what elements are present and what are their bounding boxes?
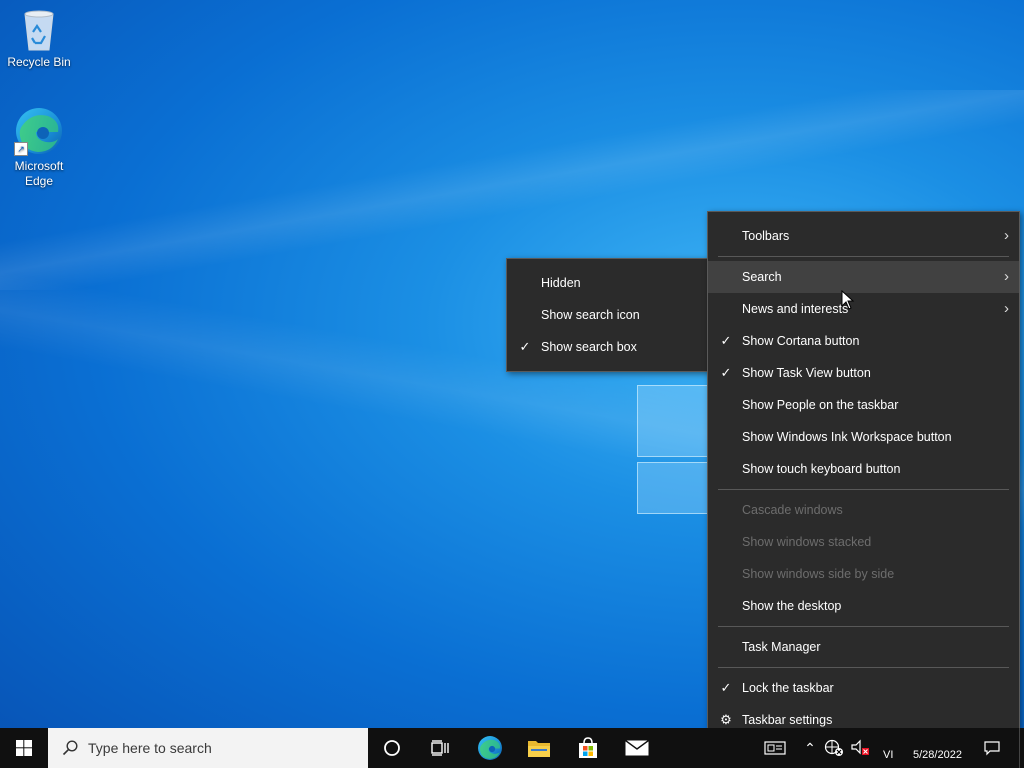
desktop-icon-label: Recycle Bin bbox=[7, 55, 71, 69]
menu-item-label: Task Manager bbox=[742, 640, 821, 654]
checkmark-icon: ✓ bbox=[720, 680, 732, 695]
input-language-indicator[interactable]: VI bbox=[883, 749, 893, 761]
menu-item-show-people[interactable]: Show People on the taskbar bbox=[708, 389, 1019, 421]
menu-item-label: News and interests bbox=[742, 302, 849, 316]
mouse-cursor-icon bbox=[841, 289, 855, 315]
menu-item-label: Show People on the taskbar bbox=[742, 398, 899, 412]
menu-item-cascade-windows: Cascade windows bbox=[708, 494, 1019, 526]
edge-icon bbox=[478, 736, 502, 760]
menu-item-label: Show windows side by side bbox=[742, 567, 895, 581]
menu-item-hidden[interactable]: Hidden bbox=[507, 267, 710, 299]
menu-item-label: Lock the taskbar bbox=[742, 681, 834, 695]
search-submenu: Hidden Show search icon ✓ Show search bo… bbox=[506, 258, 711, 372]
menu-item-label: Toolbars bbox=[742, 229, 790, 243]
menu-item-label: Show the desktop bbox=[742, 599, 842, 613]
desktop-icon-microsoft-edge[interactable]: ↗ Microsoft Edge bbox=[0, 106, 78, 189]
file-explorer-button[interactable] bbox=[515, 728, 563, 768]
show-hidden-icons-button[interactable]: ⌃ bbox=[800, 728, 820, 768]
menu-item-show-touch-keyboard[interactable]: Show touch keyboard button bbox=[708, 453, 1019, 485]
taskbar-search-box[interactable]: Type here to search bbox=[48, 728, 368, 768]
menu-item-label: Show search icon bbox=[541, 308, 640, 322]
wallpaper-logo-pane bbox=[637, 385, 709, 457]
notifications-icon bbox=[984, 741, 1000, 756]
news-and-interests-button[interactable] bbox=[760, 728, 790, 768]
shortcut-arrow-icon: ↗ bbox=[14, 142, 28, 156]
store-button[interactable] bbox=[564, 728, 612, 768]
menu-item-label: Show windows stacked bbox=[742, 535, 872, 549]
desktop-icon-recycle-bin[interactable]: Recycle Bin bbox=[1, 8, 77, 70]
menu-item-lock-the-taskbar[interactable]: ✓ Lock the taskbar bbox=[708, 672, 1019, 704]
task-view-button[interactable] bbox=[416, 728, 464, 768]
menu-item-label: Show Task View button bbox=[742, 366, 871, 380]
chevron-right-icon: › bbox=[1004, 227, 1009, 244]
checkmark-icon: ✓ bbox=[720, 333, 732, 348]
volume-muted-icon bbox=[851, 739, 869, 755]
cortana-icon bbox=[384, 740, 400, 756]
checkmark-icon: ✓ bbox=[519, 339, 531, 354]
menu-item-show-cortana-button[interactable]: ✓ Show Cortana button bbox=[708, 325, 1019, 357]
file-explorer-icon bbox=[528, 741, 550, 757]
search-placeholder: Type here to search bbox=[88, 740, 212, 756]
menu-item-show-windows-stacked: Show windows stacked bbox=[708, 526, 1019, 558]
task-view-icon bbox=[431, 740, 449, 756]
edge-taskbar-button[interactable] bbox=[466, 728, 514, 768]
menu-item-label: Taskbar settings bbox=[742, 713, 833, 727]
menu-item-task-manager[interactable]: Task Manager bbox=[708, 631, 1019, 663]
menu-item-toolbars[interactable]: Toolbars › bbox=[708, 220, 1019, 252]
network-status-button[interactable] bbox=[822, 728, 846, 768]
taskbar: Type here to search ⌃ VI 5/28/2022 bbox=[0, 728, 1024, 768]
edge-icon: ↗ bbox=[14, 106, 64, 156]
show-desktop-button[interactable] bbox=[1019, 728, 1024, 768]
chevron-right-icon: › bbox=[1004, 268, 1009, 285]
menu-item-label: Cascade windows bbox=[742, 503, 843, 517]
menu-item-label: Show touch keyboard button bbox=[742, 462, 901, 476]
start-button[interactable] bbox=[0, 728, 48, 768]
clock-date[interactable]: 5/28/2022 bbox=[913, 749, 962, 761]
menu-item-show-task-view-button[interactable]: ✓ Show Task View button bbox=[708, 357, 1019, 389]
menu-item-show-ink-workspace[interactable]: Show Windows Ink Workspace button bbox=[708, 421, 1019, 453]
menu-item-label: Show Cortana button bbox=[742, 334, 860, 348]
wallpaper-logo-pane bbox=[637, 462, 709, 514]
menu-item-show-windows-side-by-side: Show windows side by side bbox=[708, 558, 1019, 590]
menu-separator bbox=[718, 626, 1009, 627]
menu-item-label: Hidden bbox=[541, 276, 581, 290]
menu-item-search[interactable]: Search › bbox=[708, 261, 1019, 293]
taskbar-context-menu: Toolbars › Search › News and interests ›… bbox=[707, 211, 1020, 745]
menu-item-label: Search bbox=[742, 270, 782, 284]
menu-item-show-the-desktop[interactable]: Show the desktop bbox=[708, 590, 1019, 622]
menu-item-label: Show search box bbox=[541, 340, 637, 354]
menu-item-show-search-icon[interactable]: Show search icon bbox=[507, 299, 710, 331]
menu-item-show-search-box[interactable]: ✓ Show search box bbox=[507, 331, 710, 363]
menu-separator bbox=[718, 489, 1009, 490]
search-icon bbox=[62, 740, 78, 756]
menu-item-label: Show Windows Ink Workspace button bbox=[742, 430, 952, 444]
menu-item-news-and-interests[interactable]: News and interests › bbox=[708, 293, 1019, 325]
menu-separator bbox=[718, 256, 1009, 257]
store-icon bbox=[579, 737, 597, 758]
action-center-button[interactable] bbox=[982, 728, 1002, 768]
volume-button[interactable] bbox=[848, 728, 872, 768]
news-icon bbox=[764, 741, 786, 755]
network-disconnected-icon bbox=[824, 739, 843, 756]
desktop-icon-label: Microsoft Edge bbox=[14, 159, 64, 188]
menu-separator bbox=[718, 667, 1009, 668]
chevron-up-icon: ⌃ bbox=[804, 739, 816, 756]
windows-logo-icon bbox=[16, 740, 32, 756]
mail-icon bbox=[625, 740, 649, 756]
cortana-button[interactable] bbox=[368, 728, 416, 768]
checkmark-icon: ✓ bbox=[720, 365, 732, 380]
mail-button[interactable] bbox=[613, 728, 661, 768]
chevron-right-icon: › bbox=[1004, 300, 1009, 317]
recycle-bin-icon bbox=[19, 8, 59, 52]
